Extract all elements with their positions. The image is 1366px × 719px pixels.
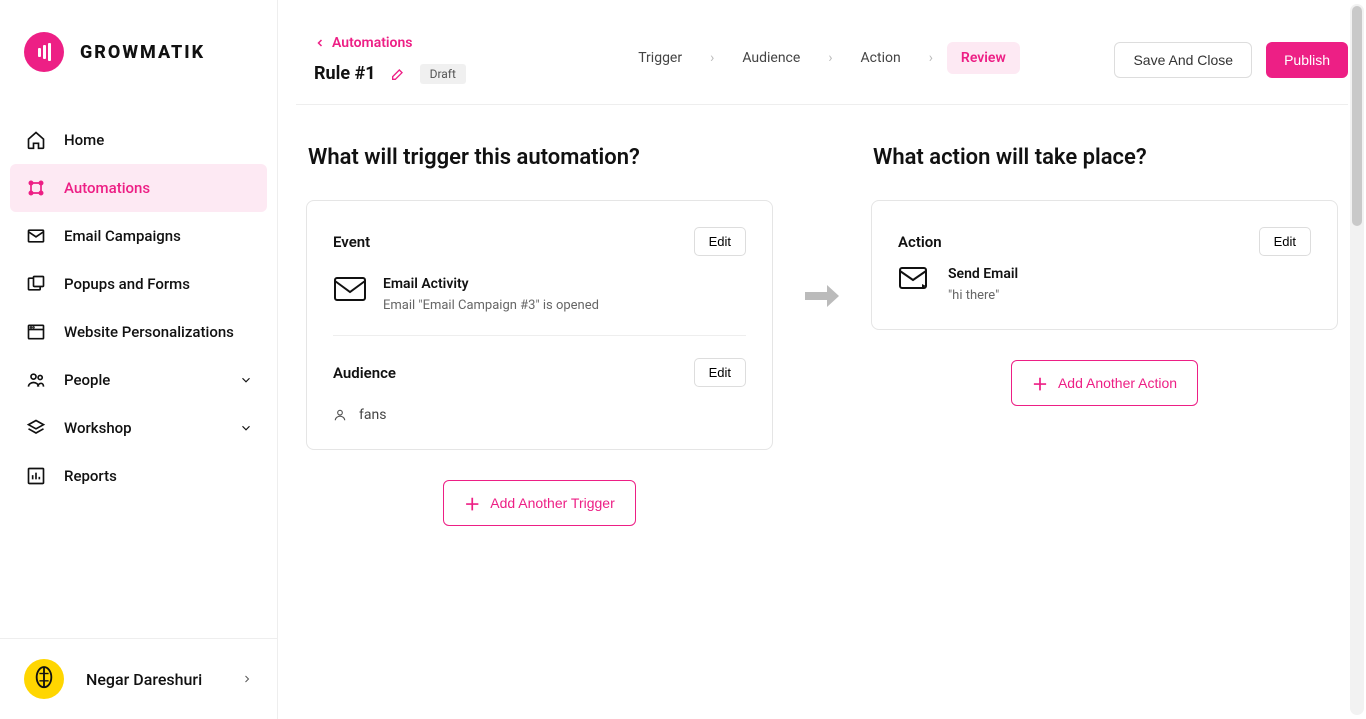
sidebar-item-label: Email Campaigns [64, 227, 181, 245]
automations-icon [26, 178, 46, 198]
divider [333, 335, 746, 336]
step-action[interactable]: Action [847, 42, 915, 74]
sidebar-item-automations[interactable]: Automations [10, 164, 267, 212]
trigger-heading: What will trigger this automation? [308, 145, 773, 170]
user-name: Negar Dareshuri [86, 670, 202, 689]
reports-icon [26, 466, 46, 486]
audience-label: Audience [333, 364, 396, 382]
mail-icon [26, 226, 46, 246]
sidebar-item-label: Workshop [64, 419, 132, 437]
brand-name: GROWMATIK [80, 42, 205, 63]
website-icon [26, 322, 46, 342]
sidebar: GROWMATIK Home Automations Email Campaig… [0, 0, 278, 719]
sidebar-item-label: Website Personalizations [64, 323, 234, 341]
chevron-right-icon: › [828, 50, 832, 66]
divider [296, 104, 1348, 105]
scrollbar-thumb[interactable] [1352, 6, 1362, 226]
step-tabs: Trigger › Audience › Action › Review [624, 42, 1020, 74]
content: What will trigger this automation? Event… [296, 145, 1348, 526]
event-title: Email Activity [383, 276, 599, 292]
avatar-icon [33, 666, 55, 692]
edit-event-button[interactable]: Edit [694, 227, 746, 256]
save-and-close-button[interactable]: Save And Close [1114, 42, 1252, 78]
sidebar-nav: Home Automations Email Campaigns Popups … [0, 96, 277, 638]
sidebar-item-popups-forms[interactable]: Popups and Forms [10, 260, 267, 308]
add-action-button[interactable]: ＋ Add Another Action [1011, 360, 1198, 406]
action-row: Send Email "hi there" [898, 266, 1311, 303]
add-action-label: Add Another Action [1058, 375, 1177, 391]
home-icon [26, 130, 46, 150]
publish-button[interactable]: Publish [1266, 42, 1348, 78]
sidebar-item-reports[interactable]: Reports [10, 452, 267, 500]
popups-icon [26, 274, 46, 294]
sidebar-item-email-campaigns[interactable]: Email Campaigns [10, 212, 267, 260]
chevron-right-icon: › [710, 50, 714, 66]
sidebar-item-website-personalizations[interactable]: Website Personalizations [10, 308, 267, 356]
sidebar-item-label: Home [64, 131, 104, 149]
action-card: Action Edit Send Email "hi there" [871, 200, 1338, 330]
workshop-icon [26, 418, 46, 438]
audience-value: fans [359, 407, 386, 423]
arrow-right-icon [805, 285, 839, 307]
mail-icon [333, 276, 367, 302]
sidebar-item-label: Automations [64, 179, 150, 197]
logo-icon [24, 32, 64, 72]
chevron-right-icon: › [929, 50, 933, 66]
plus-icon: ＋ [1032, 371, 1048, 395]
sidebar-item-workshop[interactable]: Workshop [10, 404, 267, 452]
arrow-separator [805, 145, 839, 311]
action-label: Action [898, 233, 942, 251]
plus-icon: ＋ [464, 491, 480, 515]
logo-row: GROWMATIK [0, 0, 277, 96]
step-trigger[interactable]: Trigger [624, 42, 696, 74]
avatar [24, 659, 64, 699]
send-mail-icon [898, 266, 932, 292]
sidebar-item-home[interactable]: Home [10, 116, 267, 164]
people-icon [26, 370, 46, 390]
user-menu[interactable]: Negar Dareshuri [0, 638, 277, 719]
scrollbar-track[interactable] [1350, 4, 1364, 715]
step-audience[interactable]: Audience [728, 42, 814, 74]
add-trigger-label: Add Another Trigger [490, 495, 615, 511]
chevron-right-icon [241, 673, 253, 685]
event-row: Email Activity Email "Email Campaign #3"… [333, 276, 746, 313]
sidebar-item-people[interactable]: People [10, 356, 267, 404]
chevron-down-icon [239, 373, 253, 387]
step-review[interactable]: Review [947, 42, 1020, 74]
header-actions: Save And Close Publish [1114, 42, 1348, 78]
action-column: What action will take place? Action Edit… [871, 145, 1338, 406]
sidebar-item-label: Popups and Forms [64, 275, 190, 293]
main: Automations Trigger › Audience › Action … [278, 0, 1366, 719]
action-desc: "hi there" [948, 288, 1018, 303]
edit-action-button[interactable]: Edit [1259, 227, 1311, 256]
chevron-down-icon [239, 421, 253, 435]
action-heading: What action will take place? [873, 145, 1338, 170]
edit-audience-button[interactable]: Edit [694, 358, 746, 387]
person-icon [333, 408, 347, 422]
event-desc: Email "Email Campaign #3" is opened [383, 298, 599, 313]
add-trigger-button[interactable]: ＋ Add Another Trigger [443, 480, 636, 526]
action-title: Send Email [948, 266, 1018, 282]
sidebar-item-label: Reports [64, 467, 117, 485]
audience-row: fans [333, 407, 746, 423]
trigger-card: Event Edit Email Activity Email "Email C… [306, 200, 773, 450]
event-label: Event [333, 233, 370, 251]
sidebar-item-label: People [64, 371, 110, 389]
trigger-column: What will trigger this automation? Event… [306, 145, 773, 526]
